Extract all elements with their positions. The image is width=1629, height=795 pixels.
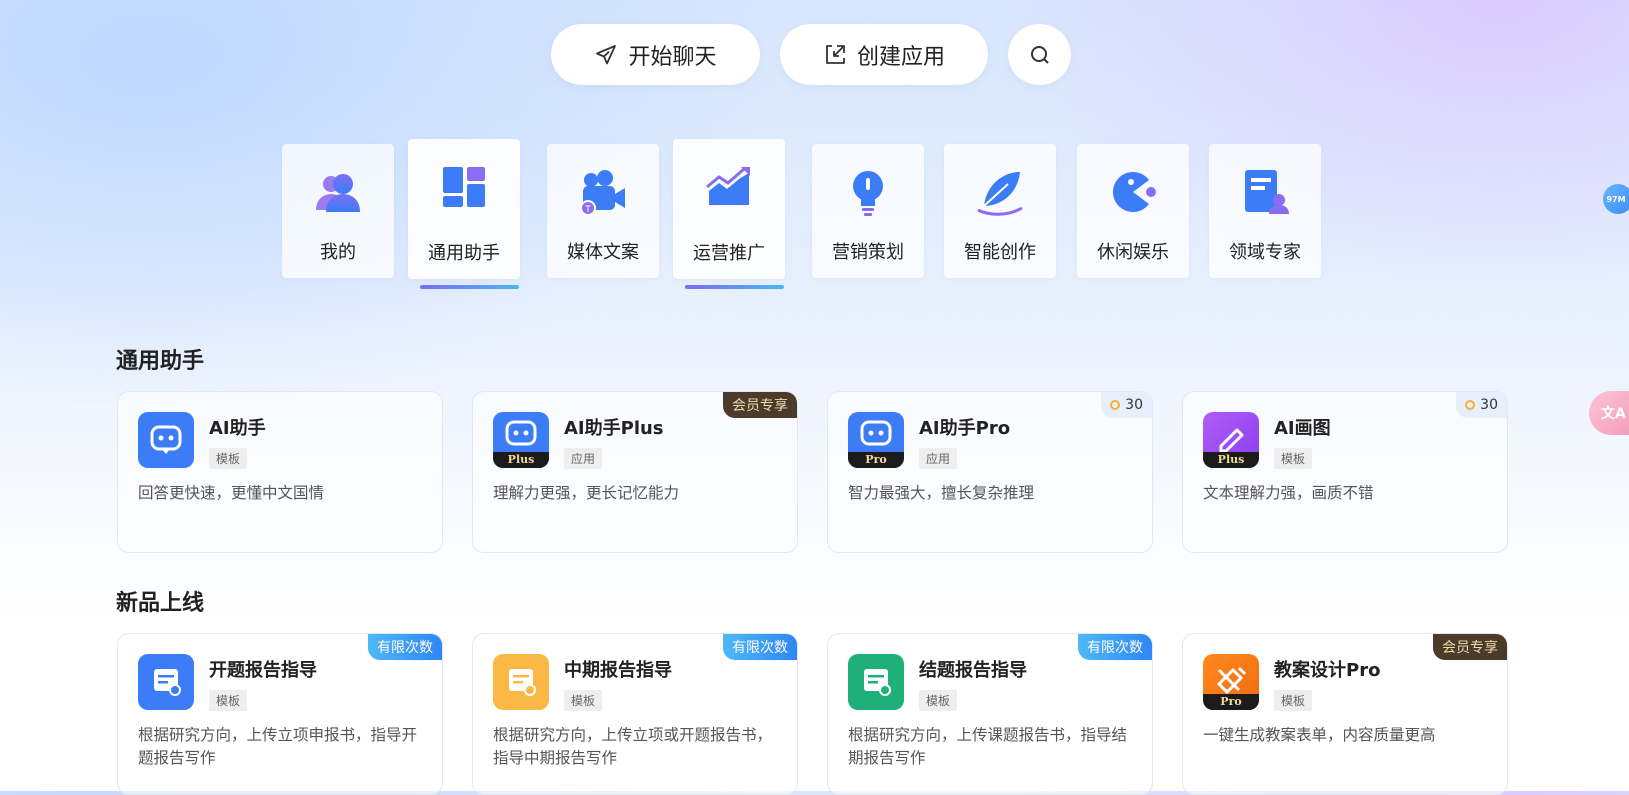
report-icon [493,654,549,710]
layout-icon [443,167,485,207]
users-icon [316,174,360,212]
app-card-proposal-report[interactable]: 开题报告指导 模板 根据研究方向，上传立项申报书，指导开题报告写作 有限次数 [117,633,443,795]
trend-chart-icon [706,167,750,205]
member-badge: 会员专享 [723,392,797,418]
app-card-midterm-report[interactable]: 中期报告指导 模板 根据研究方向，上传立项或开题报告书，指导中期报告写作 有限次… [472,633,798,795]
category-label: 休闲娱乐 [1097,242,1169,263]
points-value: 30 [1480,397,1498,413]
category-item-mine[interactable]: 我的 [282,144,394,278]
import-icon [826,44,845,64]
pencil-icon: Plus [1203,412,1259,468]
points-badge: 30 [1456,392,1507,418]
coin-icon [1110,400,1121,410]
search-icon [1030,45,1049,64]
chat-bot-icon: Pro [848,412,904,468]
create-app-button[interactable]: 创建应用 [780,24,988,85]
translate-button[interactable]: 文A [1589,391,1629,435]
card-title: AI助手 [209,418,266,439]
category-label: 领域专家 [1229,242,1301,263]
pencil-ruler-icon: Pro [1203,654,1259,710]
app-card-ai-drawing[interactable]: Plus AI画图 模板 文本理解力强，画质不错 30 [1182,391,1508,553]
chat-bot-icon [138,412,194,468]
svg-text:T: T [584,205,591,215]
card-title: AI助手Pro [919,418,1011,439]
card-tag: 模板 [564,690,603,711]
card-description: 回答更快速，更懂中文国情 [138,484,325,502]
category-label: 智能创作 [964,242,1036,263]
icon-sub-label: Pro [1203,694,1259,710]
app-card-ai-assistant-plus[interactable]: Plus AI助手Plus 应用 理解力更强，更长记忆能力 会员专享 [472,391,798,553]
card-tag: 模板 [209,690,248,711]
section-title: 通用助手 [116,349,205,374]
card-tag: 模板 [1274,690,1313,711]
card-title: 教案设计Pro [1274,660,1381,681]
card-description: 智力最强大，擅长复杂推理 [848,484,1035,502]
icon-sub-label: Pro [848,452,904,468]
expert-document-icon [1245,170,1289,214]
points-value: 30 [1125,397,1143,413]
card-description: 理解力更强，更长记忆能力 [493,484,680,502]
card-title: 结题报告指导 [919,660,1027,681]
chat-bot-icon: Plus [493,412,549,468]
card-title: 中期报告指导 [564,660,672,681]
app-card-ai-assistant[interactable]: AI助手 模板 回答更快速，更懂中文国情 [117,391,443,553]
report-icon [138,654,194,710]
search-button[interactable] [1008,24,1071,85]
member-badge: 会员专享 [1433,634,1507,660]
active-underline [685,285,784,289]
limited-badge: 有限次数 [1078,634,1152,660]
icon-sub-label: Plus [493,452,549,468]
send-icon [596,44,617,64]
category-item-experts[interactable]: 领域专家 [1209,144,1321,278]
top-toolbar: 开始聊天 创建应用 [0,24,1629,85]
card-title: 开题报告指导 [209,660,317,681]
category-label: 营销策划 [832,242,904,263]
category-label: 运营推广 [693,243,765,264]
start-chat-label: 开始聊天 [628,44,717,70]
card-tag: 应用 [919,448,958,469]
section-title: 新品上线 [116,591,205,616]
app-card-lesson-plan-pro[interactable]: Pro 教案设计Pro 模板 一键生成教案表单，内容质量更高 会员专享 [1182,633,1508,795]
pacman-icon [1113,172,1156,212]
card-description: 根据研究方向，上传课题报告书，指导结期报告写作 [848,726,1128,767]
start-chat-button[interactable]: 开始聊天 [551,24,760,85]
app-card-final-report[interactable]: 结题报告指导 模板 根据研究方向，上传课题报告书，指导结期报告写作 有限次数 [827,633,1153,795]
card-description: 一键生成教案表单，内容质量更高 [1203,726,1436,744]
card-description: 根据研究方向，上传立项或开题报告书，指导中期报告写作 [493,726,773,767]
card-title: AI画图 [1274,418,1331,439]
translate-icon: 文A [1601,406,1626,422]
card-description: 根据研究方向，上传立项申报书，指导开题报告写作 [138,726,418,767]
points-badge: 30 [1101,392,1152,418]
category-label: 我的 [320,242,356,263]
category-item-marketing[interactable]: 营销策划 [812,144,924,278]
create-app-label: 创建应用 [856,44,945,70]
card-description: 文本理解力强，画质不错 [1203,484,1374,502]
card-tag: 模板 [209,448,248,469]
category-item-operations[interactable]: 运营推广 [673,139,785,289]
category-label: 通用助手 [428,243,500,264]
category-row: 我的 通用助手 T 媒体文案 运营推广 营销策划 智能创作 休闲娱乐 领域专家 [0,139,1629,294]
app-card-ai-assistant-pro[interactable]: Pro AI助手Pro 应用 智力最强大，擅长复杂推理 30 [827,391,1153,553]
icon-sub-label: Plus [1203,452,1259,468]
limited-badge: 有限次数 [368,634,442,660]
category-item-creative[interactable]: 智能创作 [944,144,1056,278]
card-title: AI助手Plus [564,418,664,439]
category-item-entertainment[interactable]: 休闲娱乐 [1077,144,1189,278]
card-tag: 模板 [1274,448,1313,469]
card-tag: 模板 [919,690,958,711]
coin-icon [1465,400,1476,410]
card-tag: 应用 [564,448,603,469]
lightbulb-icon [853,171,883,216]
feather-icon [977,172,1023,216]
category-label: 媒体文案 [567,242,639,263]
limited-badge: 有限次数 [723,634,797,660]
category-item-media-copy[interactable]: T 媒体文案 [547,144,659,278]
memory-indicator[interactable]: 97M [1603,184,1629,214]
active-underline [420,285,519,289]
report-icon [848,654,904,710]
category-item-general-assistant[interactable]: 通用助手 [408,139,520,289]
video-camera-icon: T [580,170,625,216]
